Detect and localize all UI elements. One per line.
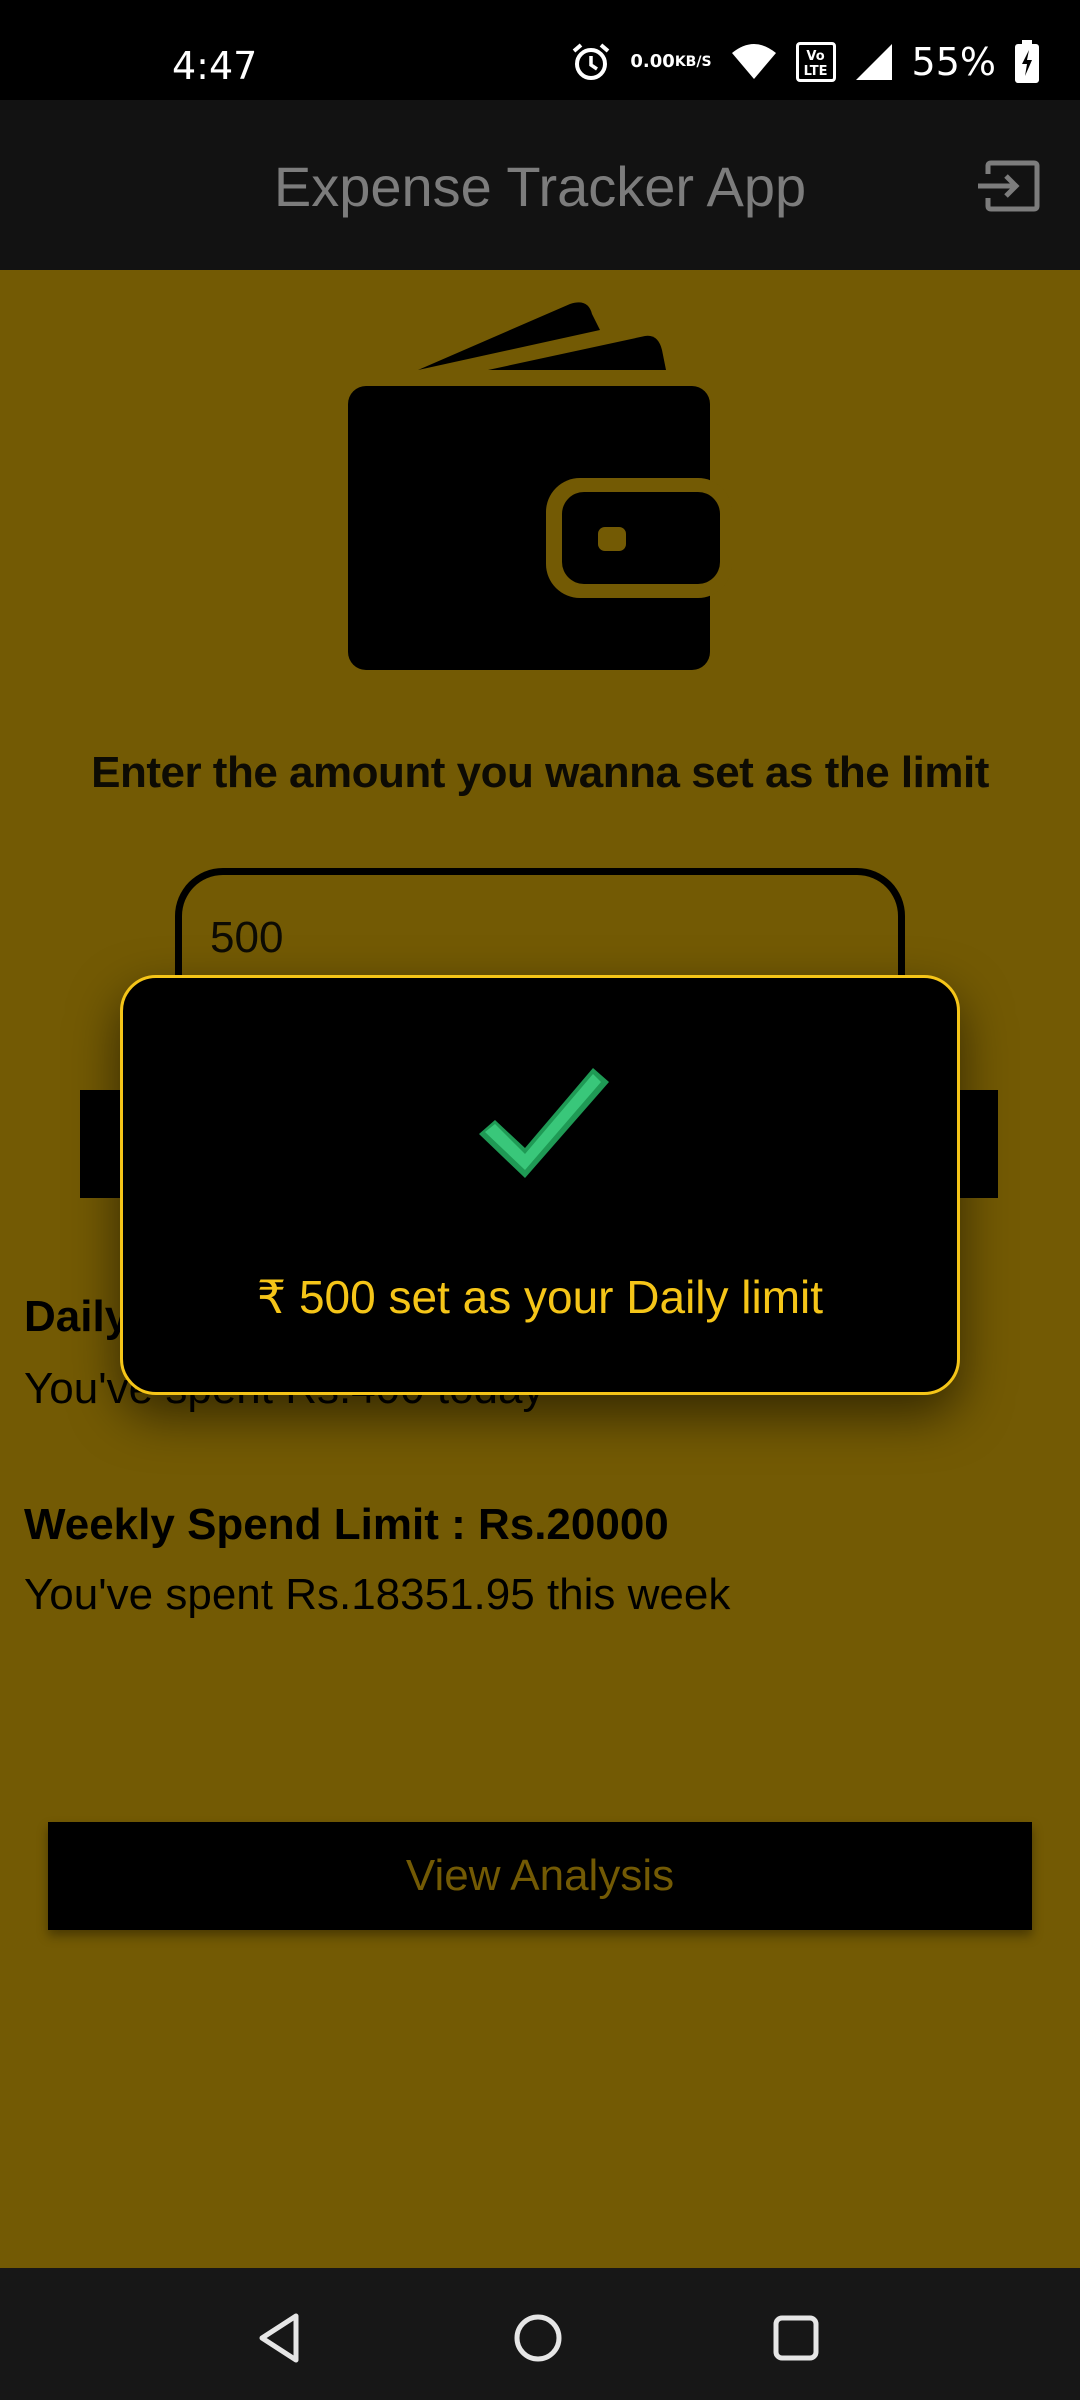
- view-analysis-button[interactable]: View Analysis: [48, 1822, 1032, 1930]
- signal-icon: [854, 42, 894, 82]
- wifi-icon: [730, 43, 778, 81]
- home-button[interactable]: [508, 2308, 568, 2368]
- amount-input[interactable]: 500: [175, 868, 905, 988]
- logout-icon: [978, 160, 1040, 212]
- system-nav-bar: [0, 2268, 1080, 2400]
- dialog-message: ₹ 500 set as your Daily limit: [256, 1271, 824, 1323]
- amount-input-value: 500: [210, 913, 284, 962]
- status-time: 4:47: [172, 44, 258, 88]
- volte-icon: Vo LTE: [795, 42, 836, 82]
- back-button[interactable]: [250, 2308, 310, 2368]
- recents-button[interactable]: [766, 2308, 826, 2368]
- status-icons: 0.00 KB/S Vo LTE 55%: [570, 40, 1040, 84]
- battery-charging-icon: [1014, 40, 1040, 84]
- status-bar: 4:47 0.00 KB/S Vo LTE 55%: [0, 0, 1080, 100]
- network-speed: 0.00 KB/S: [630, 53, 711, 71]
- weekly-limit-title: Weekly Spend Limit : Rs.20000: [24, 1500, 669, 1549]
- weekly-spent-text: You've spent Rs.18351.95 this week: [24, 1570, 731, 1619]
- back-icon: [259, 2313, 299, 2363]
- app-title: Expense Tracker App: [273, 155, 807, 218]
- recents-icon: [773, 2315, 819, 2361]
- success-dialog: ₹ 500 set as your Daily limit: [120, 975, 960, 1395]
- checkmark-icon: [473, 1062, 613, 1182]
- app-bar: Expense Tracker App: [0, 100, 1080, 270]
- home-icon: [514, 2314, 562, 2362]
- limit-prompt: Enter the amount you wanna set as the li…: [91, 748, 989, 797]
- battery-percent: 55%: [911, 40, 996, 84]
- alarm-icon: [570, 41, 612, 83]
- logout-button[interactable]: [976, 160, 1040, 212]
- network-speed-value: 0.00: [630, 51, 675, 72]
- network-speed-unit: KB/S: [674, 54, 712, 70]
- wallet-icon: [340, 300, 740, 670]
